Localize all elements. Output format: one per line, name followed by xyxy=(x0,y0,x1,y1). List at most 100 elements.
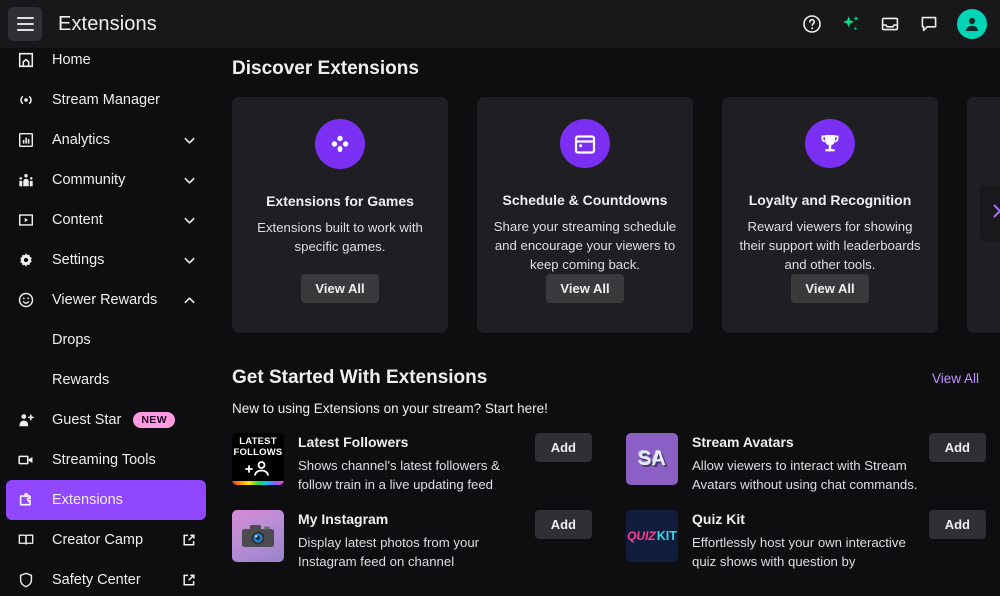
inbox-icon[interactable] xyxy=(879,13,901,35)
person-add-icon xyxy=(243,460,273,478)
view-all-button[interactable]: View All xyxy=(791,274,868,303)
discover-carousel: Extensions for Games Extensions built to… xyxy=(232,97,1000,333)
get-started-subtitle: New to using Extensions on your stream? … xyxy=(232,401,1000,416)
extension-description: Effortlessly host your own interactive q… xyxy=(692,533,919,571)
avatar[interactable] xyxy=(957,9,987,39)
card-description: Share your streaming schedule and encour… xyxy=(493,217,677,274)
status-badge: NEW xyxy=(133,412,175,428)
card-title: Loyalty and Recognition xyxy=(749,192,912,208)
sidebar-item-label: Viewer Rewards xyxy=(52,292,157,308)
extension-name: My Instagram xyxy=(298,511,525,527)
top-bar: Extensions xyxy=(0,0,1000,48)
sidebar-item-label: Drops xyxy=(52,332,91,348)
community-icon xyxy=(16,170,36,190)
discover-card-games[interactable]: Extensions for Games Extensions built to… xyxy=(232,97,448,333)
smiley-icon xyxy=(16,290,36,310)
sidebar-item-label: Stream Manager xyxy=(52,92,160,108)
list-item[interactable]: LATEST FOLLOWS Latest Followers Shows ch… xyxy=(232,433,592,494)
extension-list: LATEST FOLLOWS Latest Followers Shows ch… xyxy=(232,433,1000,571)
extension-name: Stream Avatars xyxy=(692,434,919,450)
camera-icon xyxy=(240,522,276,550)
camcorder-icon xyxy=(16,450,36,470)
view-all-button[interactable]: View All xyxy=(546,274,623,303)
sidebar-item-viewer-rewards[interactable]: Viewer Rewards xyxy=(6,280,206,320)
get-started-title: Get Started With Extensions xyxy=(232,367,487,389)
chevron-down-icon[interactable] xyxy=(182,253,196,267)
list-item[interactable]: QUIZ KIT Quiz Kit Effortlessly host your… xyxy=(626,510,986,571)
add-extension-button[interactable]: Add xyxy=(929,433,986,462)
sidebar-item-community[interactable]: Community xyxy=(6,160,206,200)
extension-icon xyxy=(16,490,36,510)
external-link-icon xyxy=(182,533,196,547)
page-title: Discover Extensions xyxy=(232,58,1000,80)
sidebar-item-rewards[interactable]: Rewards xyxy=(6,360,206,400)
sidebar-item-settings[interactable]: Settings xyxy=(6,240,206,280)
view-all-button[interactable]: View All xyxy=(301,274,378,303)
content-icon xyxy=(16,210,36,230)
home-icon xyxy=(16,50,36,70)
discover-card-loyalty[interactable]: Loyalty and Recognition Reward viewers f… xyxy=(722,97,938,333)
top-bar-actions xyxy=(801,9,1000,39)
chevron-up-icon[interactable] xyxy=(182,293,196,307)
add-extension-button[interactable]: Add xyxy=(535,510,592,539)
thumbnail-text-quiz: QUIZ xyxy=(627,529,656,543)
sidebar-item-safety-center[interactable]: Safety Center xyxy=(6,560,206,596)
discover-extensions-section: Discover Extensions Extensions for Games… xyxy=(212,48,1000,333)
sidebar-item-label: Extensions xyxy=(52,492,123,508)
discover-card-list: Extensions for Games Extensions built to… xyxy=(232,97,1000,333)
add-extension-button[interactable]: Add xyxy=(535,433,592,462)
sidebar-item-streaming-tools[interactable]: Streaming Tools xyxy=(6,440,206,480)
latest-follows-thumbnail: LATEST FOLLOWS xyxy=(232,433,284,485)
get-started-header: Get Started With Extensions View All xyxy=(232,367,1000,389)
get-started-view-all-link[interactable]: View All xyxy=(932,371,979,386)
gear-icon xyxy=(16,250,36,270)
sidebar-item-guest-star[interactable]: Guest Star NEW xyxy=(6,400,206,440)
calendar-icon xyxy=(560,119,610,168)
extension-info: Latest Followers Shows channel's latest … xyxy=(298,433,525,494)
card-title: Schedule & Countdowns xyxy=(503,192,668,208)
list-item[interactable]: SA Stream Avatars Allow viewers to inter… xyxy=(626,433,986,494)
add-extension-button[interactable]: Add xyxy=(929,510,986,539)
extension-description: Display latest photos from your Instagra… xyxy=(298,533,525,571)
hamburger-icon[interactable] xyxy=(8,7,42,41)
quiz-kit-thumbnail: QUIZ KIT xyxy=(626,510,678,562)
sidebar-item-label: Streaming Tools xyxy=(52,452,156,468)
trophy-icon xyxy=(805,119,855,168)
stream-avatars-thumbnail: SA xyxy=(626,433,678,485)
thumbnail-text-kit: KIT xyxy=(657,529,677,543)
sidebar-item-stream-manager[interactable]: Stream Manager xyxy=(6,80,206,120)
sidebar-item-drops[interactable]: Drops xyxy=(6,320,206,360)
card-description: Extensions built to work with specific g… xyxy=(248,218,432,256)
sidebar: Home Stream Manager Analytics Community xyxy=(0,38,212,596)
sidebar-item-analytics[interactable]: Analytics xyxy=(6,120,206,160)
extension-description: Shows channel's latest followers & follo… xyxy=(298,456,525,494)
thumbnail-text: SA xyxy=(638,448,666,471)
book-icon xyxy=(16,530,36,550)
external-link-icon xyxy=(182,573,196,587)
sidebar-item-label: Community xyxy=(52,172,125,188)
extension-info: Stream Avatars Allow viewers to interact… xyxy=(692,433,919,494)
extension-name: Latest Followers xyxy=(298,434,525,450)
sidebar-item-label: Creator Camp xyxy=(52,532,143,548)
sidebar-item-extensions[interactable]: Extensions xyxy=(6,480,206,520)
list-item[interactable]: My Instagram Display latest photos from … xyxy=(232,510,592,571)
sidebar-item-creator-camp[interactable]: Creator Camp xyxy=(6,520,206,560)
chevron-down-icon[interactable] xyxy=(182,173,196,187)
sidebar-item-content[interactable]: Content xyxy=(6,200,206,240)
help-icon[interactable] xyxy=(801,13,823,35)
sidebar-item-label: Guest Star xyxy=(52,412,121,428)
game-controller-icon xyxy=(315,119,365,169)
sidebar-item-label: Settings xyxy=(52,252,104,268)
extension-info: Quiz Kit Effortlessly host your own inte… xyxy=(692,510,919,571)
chevron-down-icon[interactable] xyxy=(182,213,196,227)
carousel-next-button[interactable] xyxy=(980,185,1000,241)
sidebar-item-label: Analytics xyxy=(52,132,110,148)
sparkle-icon[interactable] xyxy=(840,13,862,35)
sidebar-item-label: Rewards xyxy=(52,372,109,388)
extension-name: Quiz Kit xyxy=(692,511,919,527)
discover-card-schedule[interactable]: Schedule & Countdowns Share your streami… xyxy=(477,97,693,333)
chevron-down-icon[interactable] xyxy=(182,133,196,147)
thumbnail-line-2: FOLLOWS xyxy=(234,447,283,458)
chat-icon[interactable] xyxy=(918,13,940,35)
broadcast-icon xyxy=(16,90,36,110)
